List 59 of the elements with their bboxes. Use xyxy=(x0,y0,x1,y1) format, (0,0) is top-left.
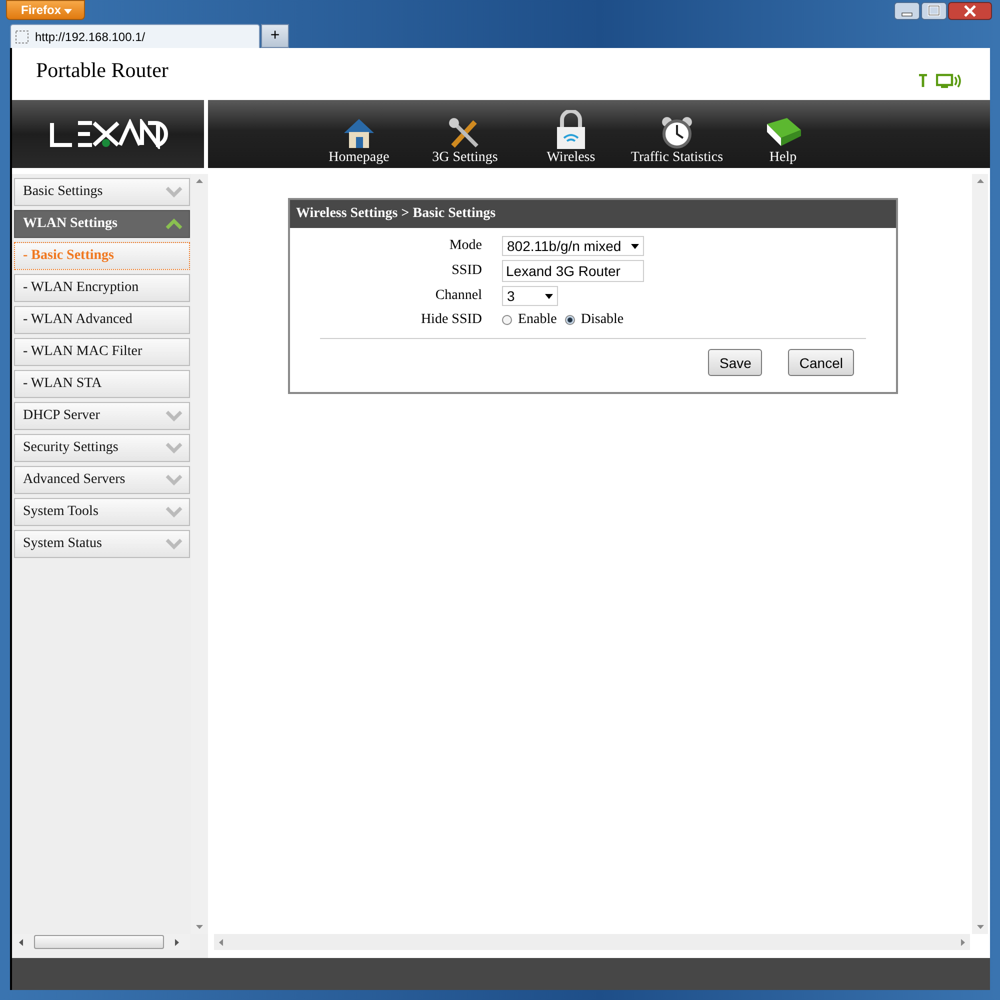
arrow-right-icon xyxy=(175,938,179,946)
arrow-up-icon xyxy=(196,179,203,183)
monitor-icon xyxy=(936,73,964,89)
sidebar-item[interactable]: - WLAN MAC Filter xyxy=(14,338,190,366)
field-label: Channel xyxy=(434,288,482,304)
maximize-button[interactable] xyxy=(921,2,947,20)
nav-item[interactable]: 3G Settings xyxy=(412,100,518,168)
nav-item[interactable]: Wireless xyxy=(518,100,624,168)
sidebar-item[interactable]: Advanced Servers xyxy=(14,466,190,494)
sidebar-item[interactable]: - WLAN Advanced xyxy=(14,306,190,334)
field-label: Hide SSID xyxy=(420,312,482,328)
chevron-icon xyxy=(165,410,183,422)
logo-icon xyxy=(48,119,168,149)
arrow-right-icon xyxy=(961,938,965,946)
sidebar-item[interactable]: - WLAN STA xyxy=(14,370,190,398)
chevron-icon xyxy=(165,506,183,518)
arrow-left-icon xyxy=(19,938,23,946)
arrow-down-icon xyxy=(976,925,984,929)
nav-item[interactable]: Help xyxy=(730,100,836,168)
close-button[interactable] xyxy=(948,2,992,20)
sidebar-item[interactable]: DHCP Server xyxy=(14,402,190,430)
field-label: SSID xyxy=(450,263,482,279)
sidebar-item[interactable]: Security Settings xyxy=(14,434,190,462)
chevron-icon xyxy=(165,218,183,230)
page-icon xyxy=(15,30,29,44)
text-field[interactable]: Lexand 3G Router xyxy=(502,260,644,282)
caret-icon xyxy=(545,294,553,298)
sidebar-item[interactable]: WLAN Settings xyxy=(14,210,190,238)
sidebar-item[interactable]: Basic Settings xyxy=(14,178,190,206)
page-title: Portable Router xyxy=(36,58,168,84)
radio-option[interactable]: Enable xyxy=(502,312,557,328)
sidebar-item[interactable]: System Tools xyxy=(14,498,190,526)
radio-option[interactable]: Disable xyxy=(564,312,624,328)
chevron-icon xyxy=(165,474,183,486)
nav-item[interactable]: Traffic Statistics xyxy=(624,100,730,168)
dropdown[interactable]: 3 xyxy=(502,286,558,306)
sidebar-item[interactable]: - WLAN Encryption xyxy=(14,274,190,302)
sidebar-item[interactable]: System Status xyxy=(14,530,190,558)
nav-item[interactable]: Homepage xyxy=(306,100,412,168)
browser-tab[interactable]: http://192.168.100.1/ xyxy=(10,24,260,48)
field-label: Mode xyxy=(448,238,482,254)
vertical-scrollbar[interactable] xyxy=(972,174,988,934)
new-tab-button[interactable]: + xyxy=(261,24,289,48)
form-button[interactable]: Save xyxy=(708,349,762,376)
chevron-icon xyxy=(165,442,183,454)
chevron-icon xyxy=(165,538,183,550)
arrow-down-icon xyxy=(196,925,203,929)
antenna-icon xyxy=(918,74,928,88)
caret-icon xyxy=(631,244,639,248)
minimize-button[interactable] xyxy=(894,2,920,20)
arrow-up-icon xyxy=(976,179,984,183)
form-button[interactable]: Cancel xyxy=(788,349,854,376)
caret-icon xyxy=(64,9,72,14)
dropdown[interactable]: 802.11b/g/n mixed xyxy=(502,236,644,256)
arrow-left-icon xyxy=(219,938,223,946)
horizontal-scrollbar[interactable] xyxy=(214,934,970,950)
chevron-icon xyxy=(165,186,183,198)
alarm-clock-icon xyxy=(659,116,695,150)
panel-title: Wireless Settings > Basic Settings xyxy=(290,200,896,228)
